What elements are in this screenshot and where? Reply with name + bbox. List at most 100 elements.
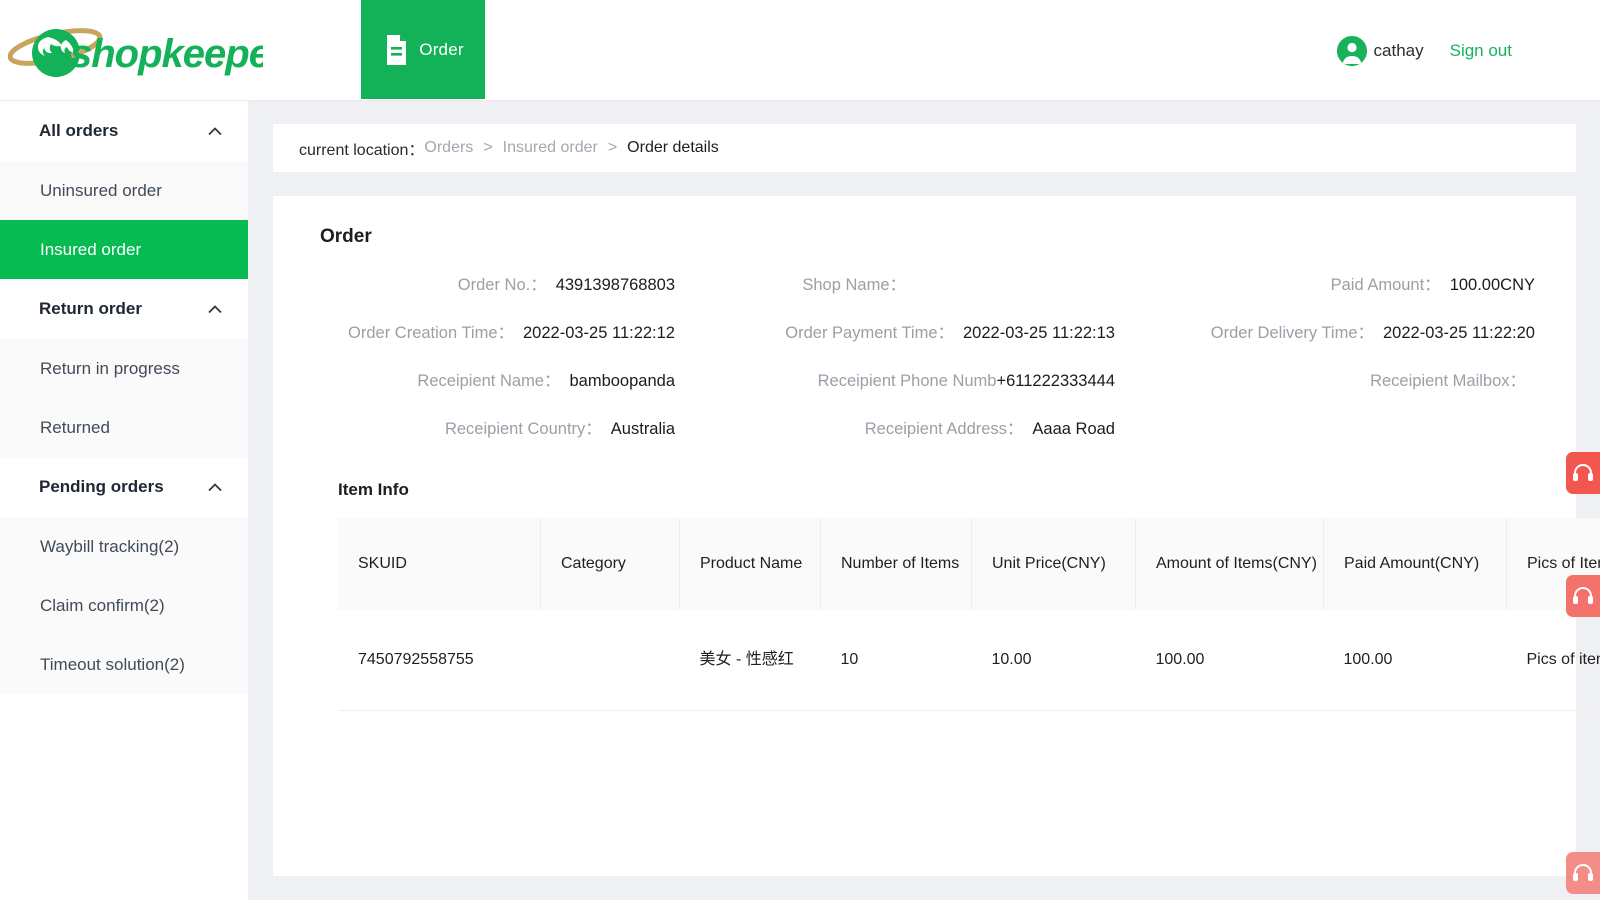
headset-icon (1573, 464, 1593, 481)
chevron-up-icon (208, 304, 222, 313)
field-shop-name: Shop Name： (675, 274, 1115, 296)
field-order-payment-time: Order Payment Time： 2022-03-25 11:22:13 (675, 322, 1115, 344)
table-row: 7450792558755 美女 - 性感红 10 10.00 100.00 1… (338, 610, 1600, 711)
breadcrumb-item-orders[interactable]: Orders (424, 139, 473, 157)
field-value: 2022-03-25 11:22:12 (523, 324, 675, 342)
user-avatar-icon (1336, 36, 1367, 66)
field-label: Shop Name： (802, 276, 906, 294)
col-header-paid-amount: Paid Amount(CNY) (1323, 518, 1507, 610)
sidebar-group-pending-orders[interactable]: Pending orders (0, 457, 248, 517)
sidebar-item-return-in-progress[interactable]: Return in progress (0, 339, 248, 398)
col-header-product-name: Product Name (679, 518, 821, 610)
sidebar-item-label: Return in progress (40, 358, 180, 378)
top-header: shopkeeper Order cathay Sign out (0, 0, 1600, 101)
sidebar-item-label: Insured order (40, 239, 142, 259)
chevron-up-icon (208, 482, 222, 491)
field-value: 100.00CNY (1449, 276, 1535, 294)
info-row: Receipient Country： Australia Receipient… (303, 418, 1546, 440)
sidebar-item-label: Uninsured order (40, 180, 162, 200)
field-recipient-country: Receipient Country： Australia (303, 418, 675, 440)
sidebar: All orders Uninsured order Insured order… (0, 101, 249, 900)
breadcrumb-prefix: current location： (299, 142, 425, 159)
document-icon (387, 34, 407, 65)
sidebar-filler (0, 694, 248, 874)
field-recipient-name: Receipient Name： bamboopanda (303, 370, 675, 392)
field-label: Order Creation Time： (348, 324, 514, 342)
col-header-number-of-items: Number of Items (820, 518, 972, 610)
side-tab-support-3[interactable] (1566, 852, 1600, 894)
info-cell-empty (1115, 418, 1535, 440)
tab-order-label: Order (419, 39, 464, 59)
user-area: cathay Sign out (1336, 36, 1512, 66)
sign-out-link[interactable]: Sign out (1450, 41, 1512, 61)
field-label: Order No.： (457, 276, 547, 294)
cell-category (540, 610, 680, 711)
cell-paid-amount: 100.00 (1323, 610, 1507, 711)
cell-unit-price: 10.00 (971, 610, 1136, 711)
table-body: 7450792558755 美女 - 性感红 10 10.00 100.00 1… (338, 610, 1600, 711)
sidebar-item-label: Timeout solution(2) (40, 654, 185, 674)
breadcrumb-item-order-details: Order details (627, 139, 719, 156)
sidebar-group-label: Pending orders (39, 477, 164, 496)
sidebar-item-claim-confirm[interactable]: Claim confirm(2) (0, 576, 248, 635)
sidebar-item-timeout-solution[interactable]: Timeout solution(2) (0, 635, 248, 694)
field-label: Receipient Address： (864, 420, 1024, 438)
sidebar-item-insured-order[interactable]: Insured order (0, 220, 248, 279)
user-name: cathay (1373, 41, 1424, 60)
field-label: Receipient Country： (444, 420, 602, 438)
breadcrumb: current location： Orders > Insured order… (273, 124, 1576, 172)
pics-of-items-link[interactable]: Pics of items (1506, 610, 1600, 711)
field-label: Paid Amount： (1330, 276, 1441, 294)
page-title: Order (320, 226, 372, 247)
field-recipient-phone: Receipient Phone Numb +611222333444 (675, 370, 1115, 392)
field-label: Receipient Name： (417, 372, 561, 390)
item-info-table-wrap: SKUID Category Product Name Number of It… (338, 518, 1600, 711)
svg-text:shopkeeper: shopkeeper (70, 32, 263, 76)
field-label: Order Delivery Time： (1210, 324, 1374, 342)
side-tab-support-1[interactable] (1566, 452, 1600, 494)
side-tab-support-2[interactable] (1566, 575, 1600, 617)
field-order-no: Order No.： 4391398768803 (303, 274, 675, 296)
headset-icon (1573, 587, 1593, 604)
content-area: current location： Orders > Insured order… (249, 101, 1600, 900)
field-recipient-address: Receipient Address： Aaaa Road (675, 418, 1115, 440)
info-row: Order Creation Time： 2022-03-25 11:22:12… (303, 322, 1546, 344)
sidebar-item-waybill-tracking[interactable]: Waybill tracking(2) (0, 517, 248, 576)
table-header-row: SKUID Category Product Name Number of It… (338, 518, 1600, 610)
col-header-amount-of-items: Amount of Items(CNY) (1135, 518, 1324, 610)
field-order-creation-time: Order Creation Time： 2022-03-25 11:22:12 (303, 322, 675, 344)
field-value: bamboopanda (569, 372, 675, 390)
sidebar-item-returned[interactable]: Returned (0, 398, 248, 457)
field-value: 2022-03-25 11:22:20 (1383, 324, 1535, 342)
sidebar-item-uninsured-order[interactable]: Uninsured order (0, 161, 248, 220)
col-header-unit-price: Unit Price(CNY) (971, 518, 1136, 610)
field-value: 2022-03-25 11:22:13 (963, 324, 1115, 342)
cell-number-of-items: 10 (820, 610, 972, 711)
breadcrumb-separator: > (483, 139, 493, 156)
brand-logo[interactable]: shopkeeper (8, 18, 268, 84)
sidebar-group-label: All orders (39, 121, 119, 140)
sidebar-group-all-orders[interactable]: All orders (0, 101, 248, 161)
field-recipient-mailbox: Receipient Mailbox： (1115, 370, 1535, 392)
tab-order[interactable]: Order (361, 0, 485, 99)
col-header-skuid: SKUID (338, 518, 541, 610)
cell-amount-of-items: 100.00 (1135, 610, 1324, 711)
page-root: shopkeeper Order cathay Sign out (0, 0, 1600, 900)
field-label: Receipient Mailbox： (1370, 372, 1526, 390)
sidebar-item-label: Claim confirm(2) (40, 595, 165, 615)
order-details-card: Order Order No.： 4391398768803 Shop Name… (273, 196, 1600, 876)
breadcrumb-item-insured-order[interactable]: Insured order (503, 139, 598, 157)
headset-icon (1573, 864, 1593, 881)
breadcrumb-separator: > (607, 139, 618, 156)
field-value: 4391398768803 (555, 276, 675, 294)
field-order-delivery-time: Order Delivery Time： 2022-03-25 11:22:20 (1115, 322, 1535, 344)
sidebar-item-label: Returned (40, 417, 110, 437)
sidebar-group-return-order[interactable]: Return order (0, 279, 248, 339)
field-value: Aaaa Road (1032, 420, 1115, 438)
order-info-grid: Order No.： 4391398768803 Shop Name： Paid… (273, 274, 1576, 440)
avatar[interactable] (1336, 36, 1367, 66)
field-paid-amount: Paid Amount： 100.00CNY (1115, 274, 1535, 296)
col-header-category: Category (540, 518, 680, 610)
chevron-up-icon (208, 126, 222, 135)
table-head: SKUID Category Product Name Number of It… (338, 518, 1600, 610)
